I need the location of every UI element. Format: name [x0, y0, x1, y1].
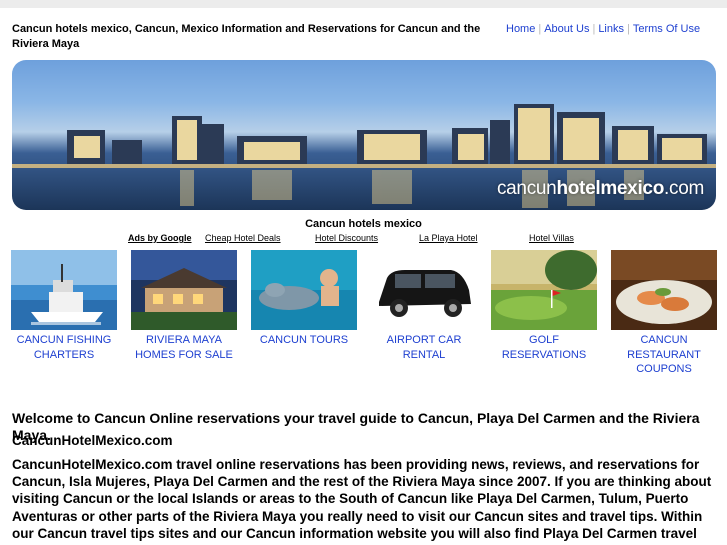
- tile-label-restaurant-coupons[interactable]: CANCUN RESTAURANT COUPONS: [611, 333, 717, 377]
- tile-label-golf[interactable]: GOLF RESERVATIONS: [491, 333, 597, 362]
- black-minivan-photo[interactable]: [371, 250, 477, 330]
- ad-link-hotel-villas[interactable]: Hotel Villas: [529, 233, 574, 243]
- ad-link-cheap-hotel-deals[interactable]: Cheap Hotel Deals: [205, 233, 281, 243]
- nav-separator: |: [627, 23, 630, 35]
- nav-separator: |: [592, 23, 596, 35]
- site-name-heading: CancunHotelMexico.com: [12, 433, 173, 448]
- site-title: Cancun hotels mexico, Cancun, Mexico Inf…: [12, 23, 481, 50]
- fishing-boat-photo[interactable]: [11, 250, 117, 330]
- nav-about-link[interactable]: About Us: [544, 22, 589, 37]
- intro-paragraph: CancunHotelMexico.com travel online rese…: [12, 457, 712, 541]
- nav-links-link[interactable]: Links: [598, 22, 624, 37]
- tile-label-cancun-tours[interactable]: CANCUN TOURS: [251, 333, 357, 348]
- tile-fishing-charters: CANCUN FISHING CHARTERS: [11, 250, 117, 362]
- house-photo[interactable]: [131, 250, 237, 330]
- ad-link-la-playa-hotel[interactable]: La Playa Hotel: [419, 233, 478, 243]
- tile-cancun-tours: CANCUN TOURS: [251, 250, 357, 348]
- ads-by-google-label[interactable]: Ads by Google: [128, 233, 192, 243]
- nav-terms-link[interactable]: Terms Of Use: [633, 22, 700, 37]
- nav-home-link[interactable]: Home: [506, 22, 535, 37]
- banner-logo-text: cancunhotelmexico.com: [496, 178, 704, 199]
- tile-label-homes-for-sale[interactable]: RIVIERA MAYA HOMES FOR SALE: [131, 333, 237, 362]
- tile-restaurant-coupons: CANCUN RESTAURANT COUPONS: [611, 250, 717, 377]
- nav-separator: |: [538, 23, 542, 35]
- golf-course-photo[interactable]: [491, 250, 597, 330]
- tile-label-car-rental[interactable]: AIRPORT CAR RENTAL: [371, 333, 477, 362]
- tile-golf: GOLF RESERVATIONS: [491, 250, 597, 362]
- tile-homes-for-sale: RIVIERA MAYA HOMES FOR SALE: [131, 250, 237, 362]
- tile-car-rental: AIRPORT CAR RENTAL: [371, 250, 477, 362]
- google-ads-row: Ads by Google Cheap Hotel Deals Hotel Di…: [128, 233, 588, 245]
- banner-caption: Cancun hotels mexico: [305, 218, 422, 230]
- dolphin-swim-photo[interactable]: [251, 250, 357, 330]
- ad-link-hotel-discounts[interactable]: Hotel Discounts: [315, 233, 378, 243]
- top-navigation: Home | About Us | Links | Terms Of Use: [506, 22, 700, 37]
- seafood-dish-photo[interactable]: [611, 250, 717, 330]
- top-bar: [0, 0, 727, 8]
- header-banner-image: cancunhotelmexico.com: [12, 60, 716, 210]
- tile-label-fishing-charters[interactable]: CANCUN FISHING CHARTERS: [11, 333, 117, 362]
